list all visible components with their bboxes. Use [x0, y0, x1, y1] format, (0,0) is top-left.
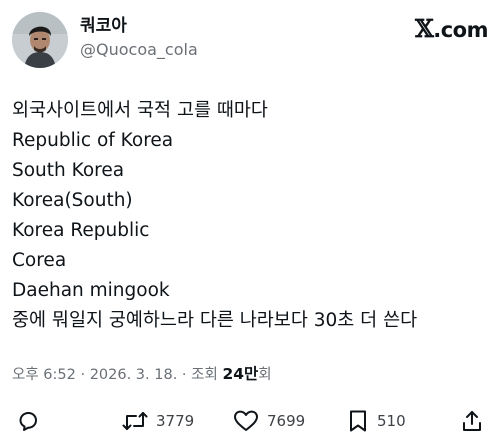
- views-suffix: 회: [258, 367, 272, 383]
- tweet-line: Korea(South): [12, 190, 133, 211]
- like-button[interactable]: 7699: [233, 409, 305, 433]
- avatar-photo-icon: [12, 12, 68, 68]
- action-bar: 3779 7699 510: [0, 400, 500, 440]
- views-count: 24만: [222, 365, 259, 383]
- tweet-line: 외국사이트에서 국적 고를 때마다: [12, 100, 268, 121]
- bookmark-button[interactable]: 510: [347, 409, 406, 433]
- tweet-time[interactable]: 오후 6:52: [12, 367, 76, 383]
- x-com-logo: 𝕏.com: [415, 16, 488, 43]
- tweet-text: 외국사이트에서 국적 고를 때마다 Republic of Korea Sout…: [12, 96, 488, 336]
- heart-icon: [234, 410, 258, 431]
- tweet-date[interactable]: 2026. 3. 18.: [90, 367, 178, 383]
- share-button[interactable]: [460, 409, 484, 433]
- tweet-header: 쿼코아 @Quocoa_cola 𝕏.com: [12, 12, 488, 70]
- tweet-line: Corea: [12, 250, 67, 271]
- retweet-icon: [122, 412, 148, 430]
- views-label: 조회: [191, 367, 223, 383]
- avatar[interactable]: [12, 12, 68, 68]
- bookmark-count: 510: [377, 412, 406, 430]
- display-name[interactable]: 쿼코아: [80, 15, 198, 37]
- reply-icon: [19, 412, 37, 431]
- brand-domain: .com: [433, 18, 488, 42]
- reply-button[interactable]: [16, 409, 40, 433]
- retweet-button[interactable]: 3779: [122, 409, 194, 433]
- tweet-line: Daehan mingook: [12, 280, 170, 301]
- x-logo-icon: 𝕏: [415, 14, 434, 43]
- tweet-line: Republic of Korea: [12, 130, 174, 151]
- tweet-line: South Korea: [12, 160, 125, 181]
- tweet-metadata: 오후 6:52 · 2026. 3. 18. · 조회 24만회: [12, 364, 272, 385]
- meta-separator: ·: [75, 367, 90, 383]
- meta-separator: ·: [177, 367, 192, 383]
- tweet-line: Korea Republic: [12, 220, 150, 241]
- user-info: 쿼코아 @Quocoa_cola: [80, 15, 198, 61]
- share-icon: [463, 411, 481, 431]
- tweet-line: 중에 뭐일지 궁예하느라 다른 나라보다 30초 더 쓴다: [12, 310, 418, 331]
- bookmark-icon: [350, 410, 366, 432]
- like-count: 7699: [267, 412, 306, 430]
- retweet-count: 3779: [156, 412, 195, 430]
- user-handle[interactable]: @Quocoa_cola: [80, 39, 198, 61]
